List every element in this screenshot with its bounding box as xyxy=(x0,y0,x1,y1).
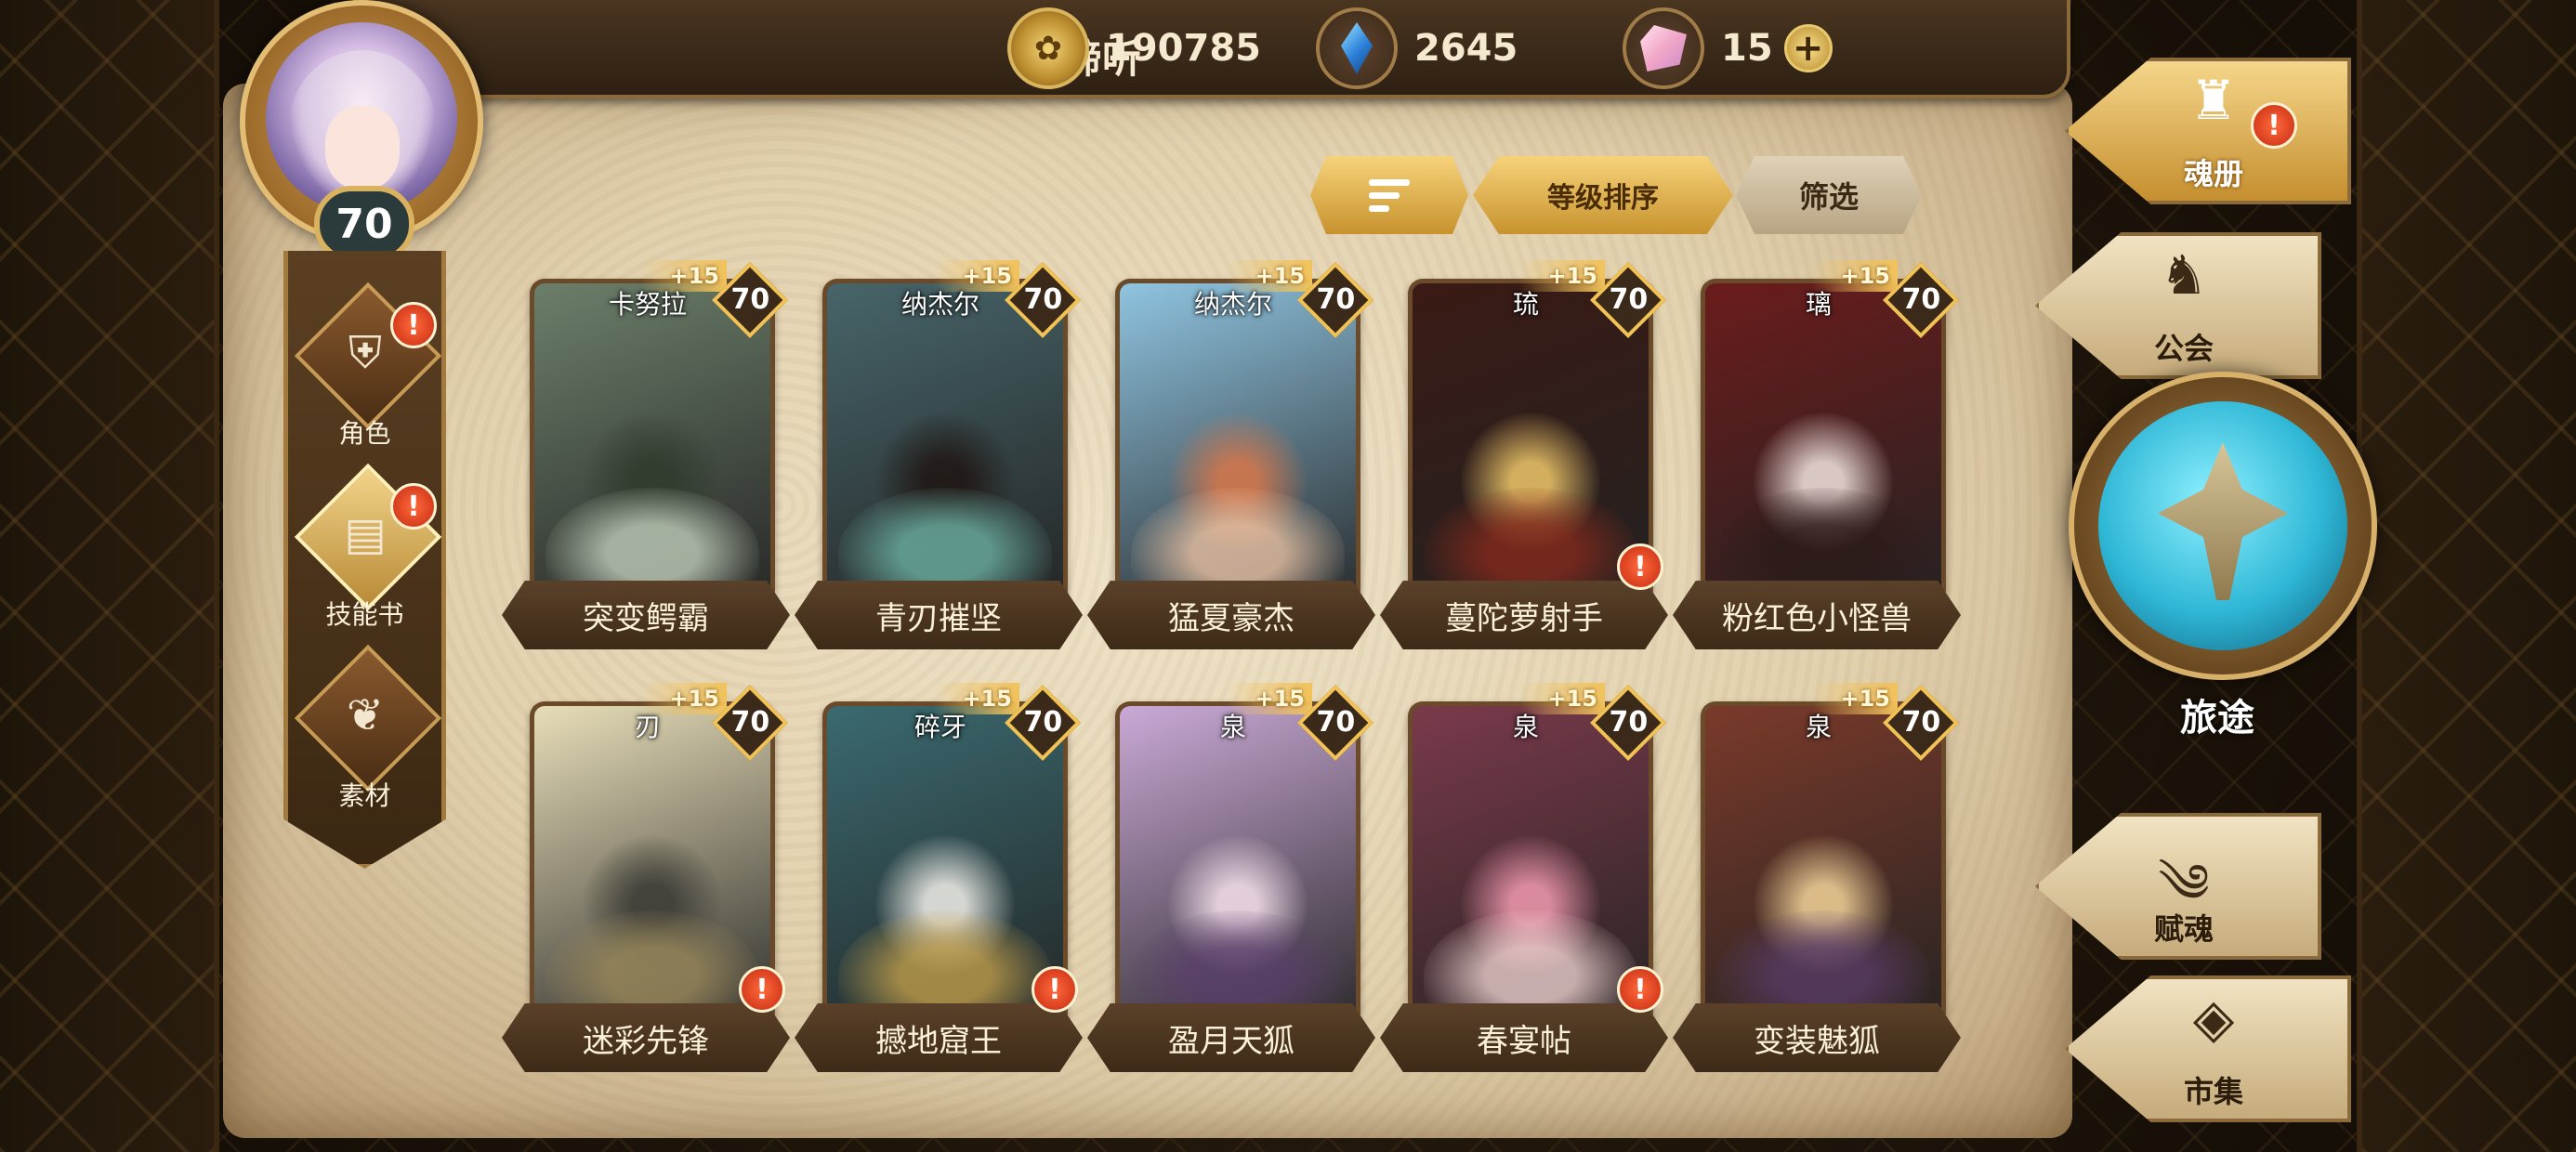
sort-order-button[interactable] xyxy=(1310,156,1468,234)
character-name: 迷彩先锋 xyxy=(502,1003,790,1072)
nav-label-guild: 公会 xyxy=(2153,331,2214,366)
character-name: 猛夏豪杰 xyxy=(1087,581,1375,649)
character-card[interactable]: +15 纳杰尔 70 猛夏豪杰 xyxy=(1087,260,1375,660)
journey-button[interactable]: 旅途 xyxy=(2069,372,2377,743)
character-card[interactable]: +15 璃 70 粉红色小怪兽 xyxy=(1673,260,1961,660)
character-name: 突变鳄霸 xyxy=(502,581,790,649)
player-level-badge: 70 xyxy=(314,186,414,262)
helmet-icon: ⛨ xyxy=(348,326,382,379)
character-card[interactable]: +15 纳杰尔 70 青刃摧坚 xyxy=(795,260,1083,660)
nav-label-material: 素材 xyxy=(338,780,391,811)
shard-value: 15 xyxy=(1721,27,1773,70)
character-name: 蔓陀萝射手 xyxy=(1380,581,1668,649)
character-card[interactable]: +15 泉 70 春宴帖! xyxy=(1380,683,1668,1082)
journey-label: 旅途 xyxy=(2180,697,2254,740)
gold-currency: ✿ 190785 xyxy=(1007,7,1261,89)
character-name: 盈月天狐 xyxy=(1087,1003,1375,1072)
nav-label-character: 角色 xyxy=(338,418,391,449)
nav-label-soul-infuse: 赋魂 xyxy=(2153,911,2214,947)
right-frame xyxy=(2357,0,2576,1152)
sort-by-level-button[interactable]: 等级排序 xyxy=(1473,156,1733,234)
alert-icon: ! xyxy=(1617,966,1663,1013)
flame-swirl-icon: ༄ xyxy=(2158,852,2210,915)
alert-icon: ! xyxy=(1617,543,1663,590)
character-card[interactable]: +15 泉 70 变装魅狐 xyxy=(1673,683,1961,1082)
gold-value: 190785 xyxy=(1106,27,1261,70)
skill-book-icon: ▤ xyxy=(344,508,387,560)
nav-item-material[interactable]: ❦ 素材 xyxy=(288,644,442,813)
nav-item-skill-book[interactable]: ▤ ! 技能书 xyxy=(288,463,442,632)
nav-label-skill-book: 技能书 xyxy=(325,599,404,630)
nav-soul-book[interactable]: ♜ ! 魂册 xyxy=(2065,48,2351,206)
pink-shard-icon xyxy=(1623,7,1704,89)
character-name: 变装魅狐 xyxy=(1673,1003,1961,1072)
nav-item-character[interactable]: ⛨ ! 角色 xyxy=(288,281,442,451)
shard-currency: 15 + xyxy=(1623,7,1833,89)
gold-coin-icon: ✿ xyxy=(1007,7,1089,89)
guild-wolf-icon: ♞ xyxy=(2160,243,2208,307)
character-card[interactable]: +15 泉 70 盈月天狐 xyxy=(1087,683,1375,1082)
alert-icon: ! xyxy=(390,302,437,348)
soul-book-icon: ♜ xyxy=(2189,69,2238,132)
nav-label-market: 市集 xyxy=(2183,1074,2243,1109)
blue-crystal-icon xyxy=(1316,7,1398,89)
alert-icon: ! xyxy=(739,966,785,1013)
character-name: 春宴帖 xyxy=(1380,1003,1668,1072)
nav-market[interactable]: ◈ 市集 xyxy=(2065,966,2351,1124)
left-nav: ⛨ ! 角色 ▤ ! 技能书 ❦ 素材 xyxy=(283,251,446,869)
filter-button[interactable]: 筛选 xyxy=(1736,156,1922,234)
character-card[interactable]: +15 碎牙 70 撼地窟王! xyxy=(795,683,1083,1082)
character-card-grid: +15 卡努拉 70 突变鳄霸 +15 纳杰尔 70 青刃摧坚 +15 纳杰尔 70 猛夏豪杰 +15 琉… xyxy=(502,260,1989,1096)
alert-icon: ! xyxy=(2251,102,2297,149)
alert-icon: ! xyxy=(1032,966,1078,1013)
top-bar: 谛听 ✿ 190785 2645 15 + xyxy=(353,0,2070,98)
character-name: 撼地窟王 xyxy=(795,1003,1083,1072)
nav-label-soul-book: 魂册 xyxy=(2183,156,2243,191)
character-card[interactable]: +15 卡努拉 70 突变鳄霸 xyxy=(502,260,790,660)
material-icon: ❦ xyxy=(346,689,385,741)
market-gem-icon: ◈ xyxy=(2192,987,2235,1050)
character-name: 青刃摧坚 xyxy=(795,581,1083,649)
character-name: 粉红色小怪兽 xyxy=(1673,581,1961,649)
crystal-currency: 2645 xyxy=(1316,7,1518,89)
nav-soul-infuse[interactable]: ༄ 赋魂 xyxy=(2035,804,2321,962)
character-card[interactable]: +15 琉 70 蔓陀萝射手! xyxy=(1380,260,1668,660)
sort-icon xyxy=(1369,173,1410,218)
nav-guild[interactable]: ♞ 公会 xyxy=(2035,223,2321,381)
left-frame xyxy=(0,0,219,1152)
player-avatar[interactable]: 70 xyxy=(212,0,519,262)
character-card[interactable]: +15 刃 70 迷彩先锋! xyxy=(502,683,790,1082)
add-shard-button[interactable]: + xyxy=(1783,24,1833,72)
alert-icon: ! xyxy=(390,483,437,530)
crystal-value: 2645 xyxy=(1414,27,1518,70)
